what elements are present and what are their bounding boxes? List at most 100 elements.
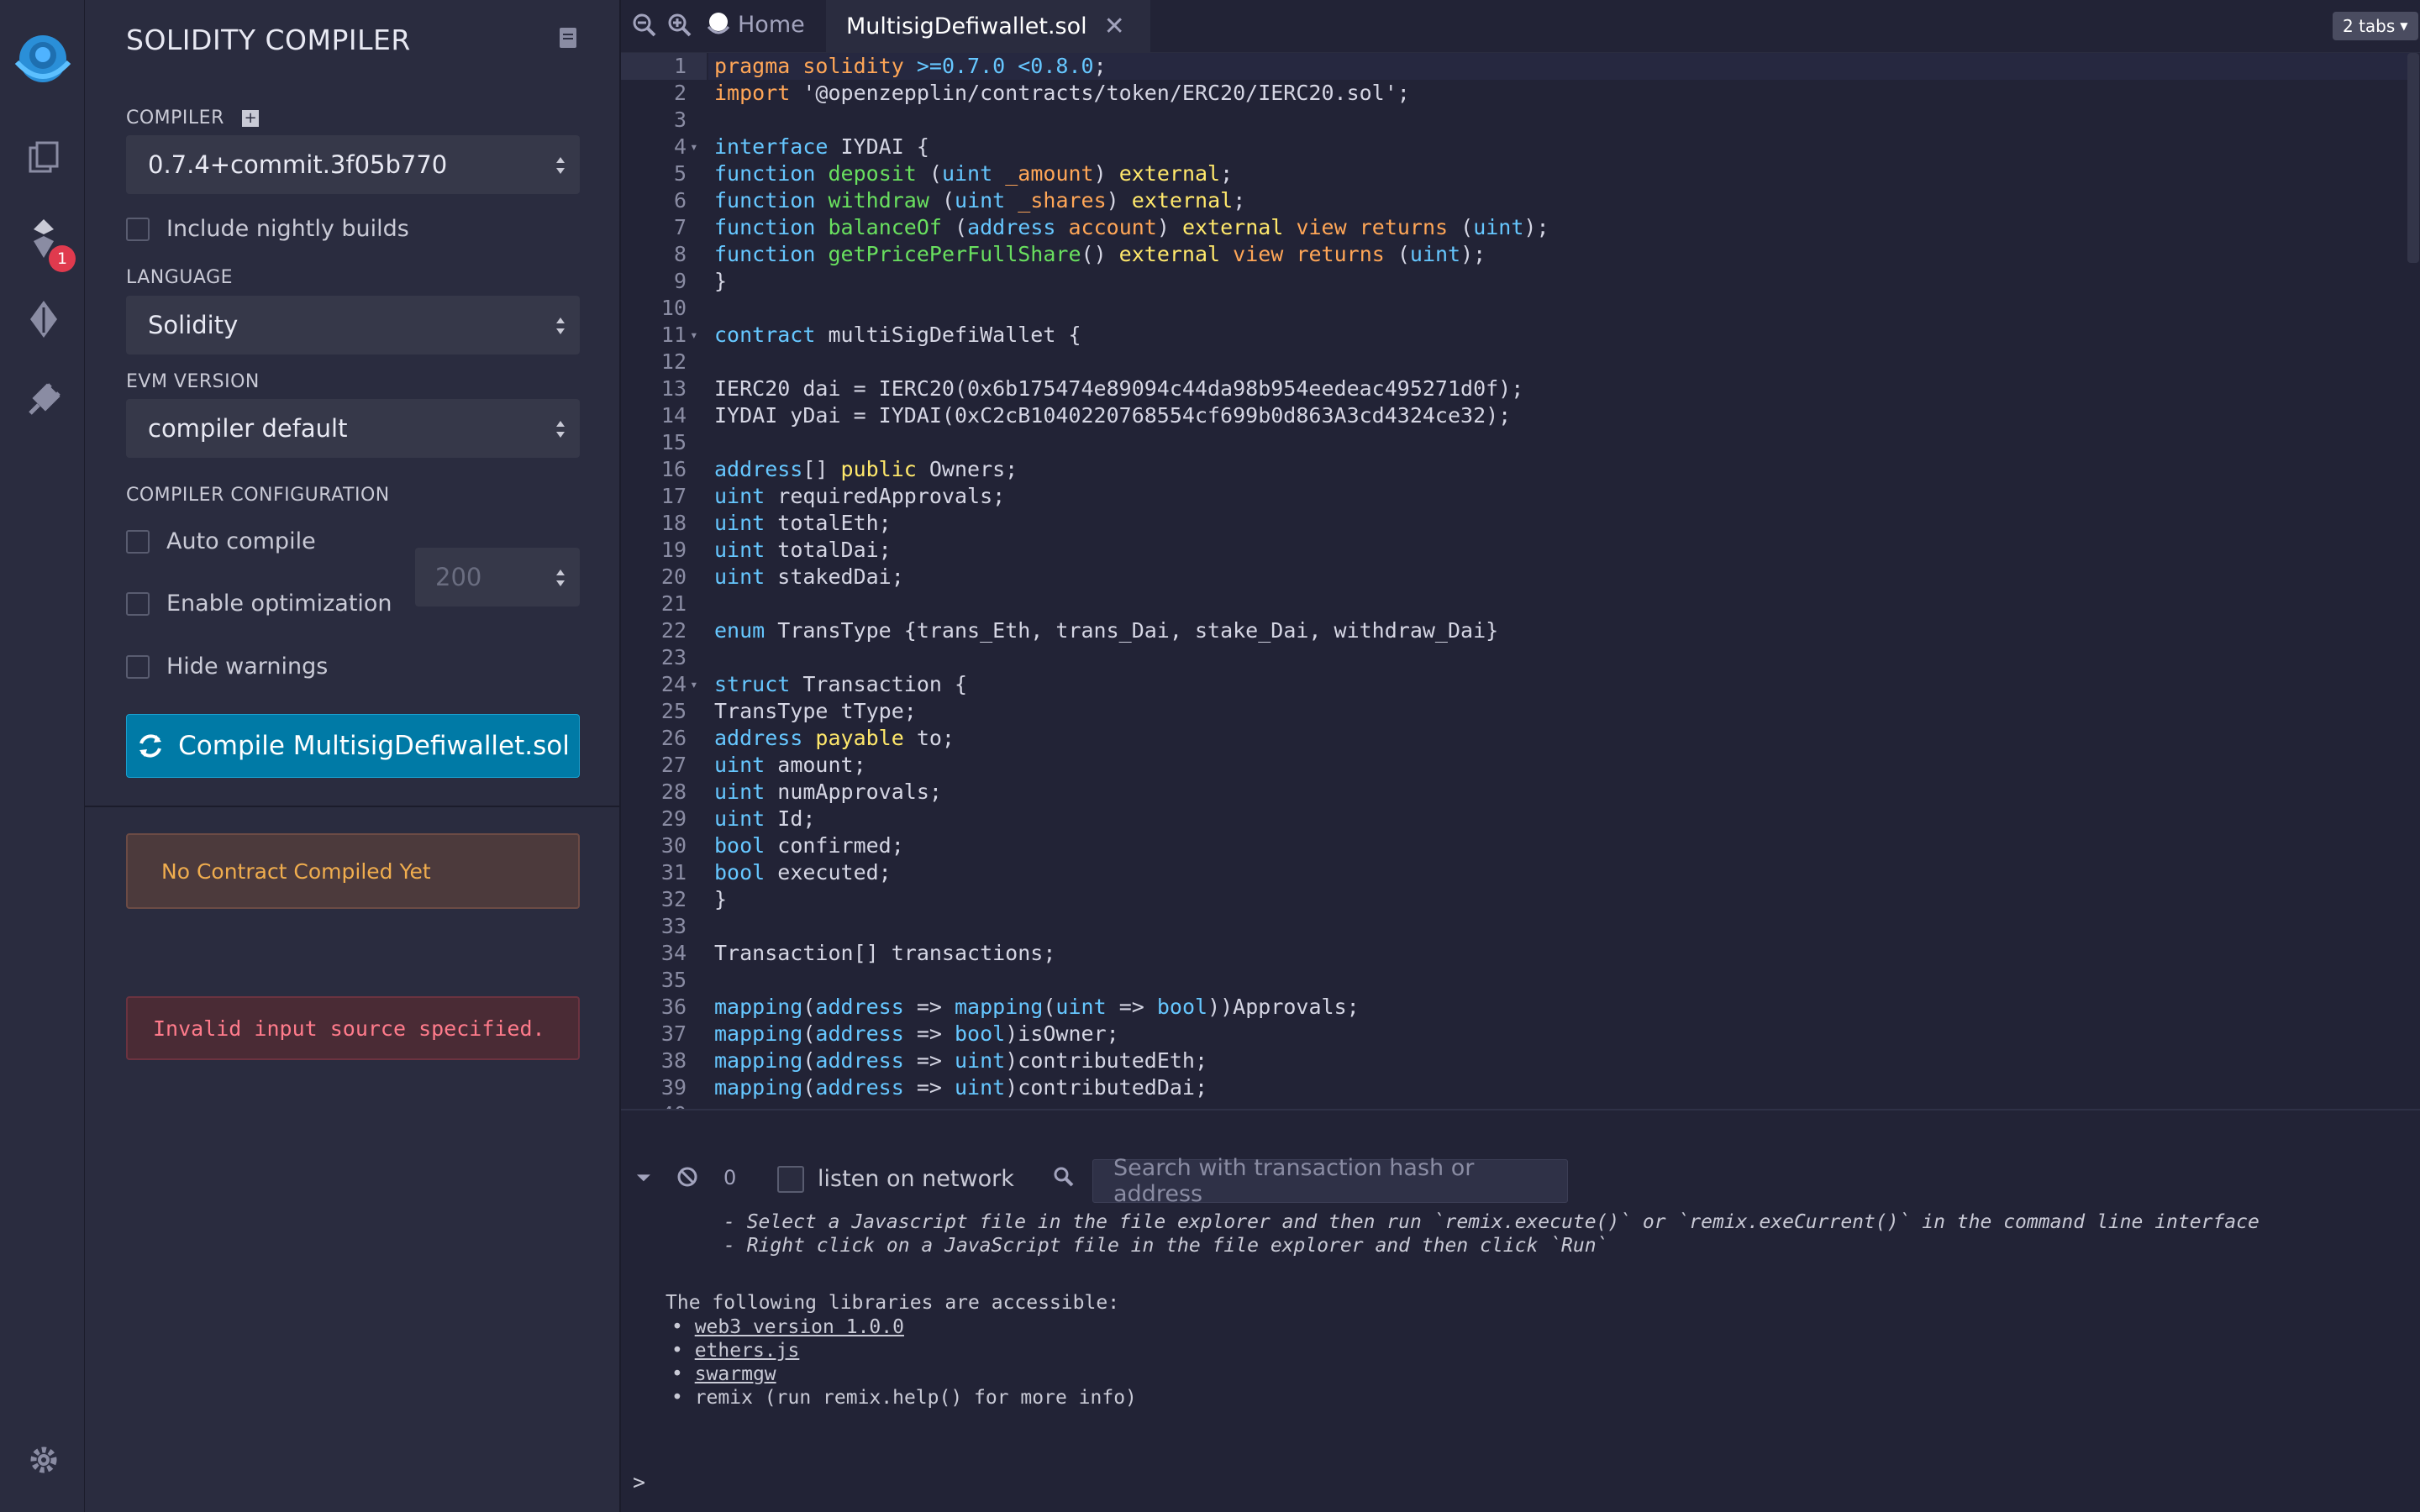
code-line[interactable]: 29 uint Id; [621,806,2386,832]
code-line[interactable]: 11 ▾ contract multiSigDefiWallet { [621,322,2386,349]
code-line[interactable]: 14 IYDAI yDai = IYDAI(0xC2cB1040220768554… [621,402,2386,429]
settings-icon[interactable] [20,1436,67,1483]
collapse-terminal-icon[interactable]: ⏷ [636,1168,651,1189]
compile-button[interactable]: Compile MultisigDefiwallet.sol [126,714,580,778]
code-editor[interactable]: 1 pragma solidity >=0.7.0 <0.8.0; 2 import … [621,53,2420,1109]
language-select[interactable]: Solidity [126,296,580,354]
line-number: 5 [673,161,687,186]
code-line[interactable]: 13 IERC20 dai = IERC20(0x6b175474e89094c4… [621,375,2386,402]
terminal-prompt[interactable]: > [633,1470,645,1494]
optimization-runs-input[interactable]: 200 [415,548,580,606]
hide-warnings-checkbox[interactable] [126,654,150,679]
hide-warnings-row[interactable]: Hide warnings [126,654,328,680]
code-line[interactable]: 25 TransType tType; [621,698,2386,725]
code-line[interactable]: 31 bool executed; [621,859,2386,886]
enable-optimization-checkbox[interactable] [126,591,150,616]
code-line[interactable]: 38 mapping(address => uint)contributedEth… [621,1047,2386,1074]
code-line[interactable]: 40 [621,1101,2386,1109]
code-line[interactable]: 32} [621,886,2386,913]
code-line[interactable]: 19 uint totalDai; [621,537,2386,564]
line-number: 32 [660,887,687,911]
tabs-count-dropdown[interactable]: 2 tabs ▼ [2333,12,2418,40]
nightly-builds-row[interactable]: Include nightly builds [126,216,409,242]
deploy-run-icon[interactable] [20,296,67,343]
code-text: interface IYDAI { [714,134,929,159]
code-line[interactable]: 39 mapping(address => uint)contributedDai… [621,1074,2386,1101]
code-line[interactable]: 7 function balanceOf (address account) ex… [621,214,2386,241]
code-line[interactable]: 16 address[] public Owners; [621,456,2386,483]
listen-network-checkbox[interactable] [777,1166,804,1193]
documentation-icon[interactable] [559,27,577,49]
tab-multisigdefiwallet[interactable]: MultisigDefiwallet.sol ✕ [826,0,1150,52]
code-line[interactable]: 27 uint amount; [621,752,2386,779]
line-number: 34 [660,941,687,965]
code-line[interactable]: 10 [621,295,2386,322]
code-line[interactable]: 35 [621,967,2386,994]
code-line[interactable]: 34 Transaction[] transactions; [621,940,2386,967]
code-line[interactable]: 17 uint requiredApprovals; [621,483,2386,510]
code-text: } [714,887,728,911]
code-line[interactable]: 37 mapping(address => bool)isOwner; [621,1021,2386,1047]
code-line[interactable]: 8 function getPricePerFullShare() externa… [621,241,2386,268]
fold-toggle-icon[interactable]: ▾ [690,322,698,349]
close-icon[interactable]: ✕ [1104,12,1125,41]
code-line[interactable]: 22 enum TransType {trans_Eth, trans_Dai, … [621,617,2386,644]
code-line[interactable]: 36 mapping(address => mapping(uint => boo… [621,994,2386,1021]
code-line[interactable]: 12 [621,349,2386,375]
code-text: contract multiSigDefiWallet { [714,323,1081,347]
code-line[interactable]: 33 [621,913,2386,940]
auto-compile-checkbox[interactable] [126,529,150,554]
optimization-runs-value: 200 [435,563,482,591]
line-number: 9 [673,269,687,293]
line-number: 10 [660,296,687,320]
code-line[interactable]: 28 uint numApprovals; [621,779,2386,806]
library-list: • web3 version 1.0.0 • ethers.js • swarm… [671,1315,1137,1410]
code-line[interactable]: 21 [621,591,2386,617]
evm-version-select[interactable]: compiler default [126,399,580,458]
code-line[interactable]: 24 ▾ struct Transaction { [621,671,2386,698]
code-line[interactable]: 3 [621,107,2386,134]
zoom-out-icon[interactable] [632,13,657,38]
terminal-output[interactable]: - Select a Javascript file in the file e… [621,1208,2420,1512]
code-line[interactable]: 30 bool confirmed; [621,832,2386,859]
code-line[interactable]: 15 [621,429,2386,456]
line-number: 30 [660,833,687,858]
stepper-arrows-icon[interactable] [555,567,566,589]
nightly-builds-checkbox[interactable] [126,217,150,241]
fold-toggle-icon[interactable]: ▾ [690,671,698,698]
clear-console-icon[interactable] [676,1166,698,1191]
optimization-row[interactable]: Enable optimization [126,591,392,617]
editor-scrollbar[interactable] [2407,53,2419,263]
auto-compile-row[interactable]: Auto compile [126,528,316,554]
file-explorer-icon[interactable] [20,134,67,181]
ethers-link[interactable]: ethers.js [695,1340,800,1362]
transaction-search-input[interactable]: Search with transaction hash or address [1092,1155,1568,1207]
code-line[interactable]: 18 uint totalEth; [621,510,2386,537]
code-text: uint totalEth; [714,511,892,535]
line-number: 22 [660,618,687,643]
plugin-manager-icon[interactable] [20,376,67,423]
line-number: 26 [660,726,687,750]
search-placeholder: Search with transaction hash or address [1113,1155,1475,1207]
web3-link[interactable]: web3 version 1.0.0 [695,1316,904,1338]
code-line[interactable]: 26 address payable to; [621,725,2386,752]
code-line[interactable]: 20 uint stakedDai; [621,564,2386,591]
terminal-divider [621,1109,2420,1110]
code-line[interactable]: 1 pragma solidity >=0.7.0 <0.8.0; [621,53,2386,80]
remix-logo-icon[interactable] [7,30,79,89]
select-arrows-icon [556,421,565,438]
code-line[interactable]: 5 function deposit (uint _amount) externa… [621,160,2386,187]
tab-home[interactable]: Home [704,10,805,39]
remix-library: remix (run remix.help() for more info) [694,1387,1137,1409]
code-line[interactable]: 9} [621,268,2386,295]
compiler-version-select[interactable]: 0.7.4+commit.3f05b770 [126,135,580,194]
code-line[interactable]: 23 [621,644,2386,671]
zoom-in-icon[interactable] [667,13,692,38]
code-line[interactable]: 6 function withdraw (uint _shares) extern… [621,187,2386,214]
add-compiler-icon[interactable]: + [242,110,260,127]
fold-toggle-icon[interactable]: ▾ [690,134,698,160]
line-number: 33 [660,914,687,938]
code-line[interactable]: 4 ▾ interface IYDAI { [621,134,2386,160]
code-line[interactable]: 2 import '@openzepplin/contracts/token/ER… [621,80,2386,107]
swarmgw-link[interactable]: swarmgw [695,1363,776,1385]
